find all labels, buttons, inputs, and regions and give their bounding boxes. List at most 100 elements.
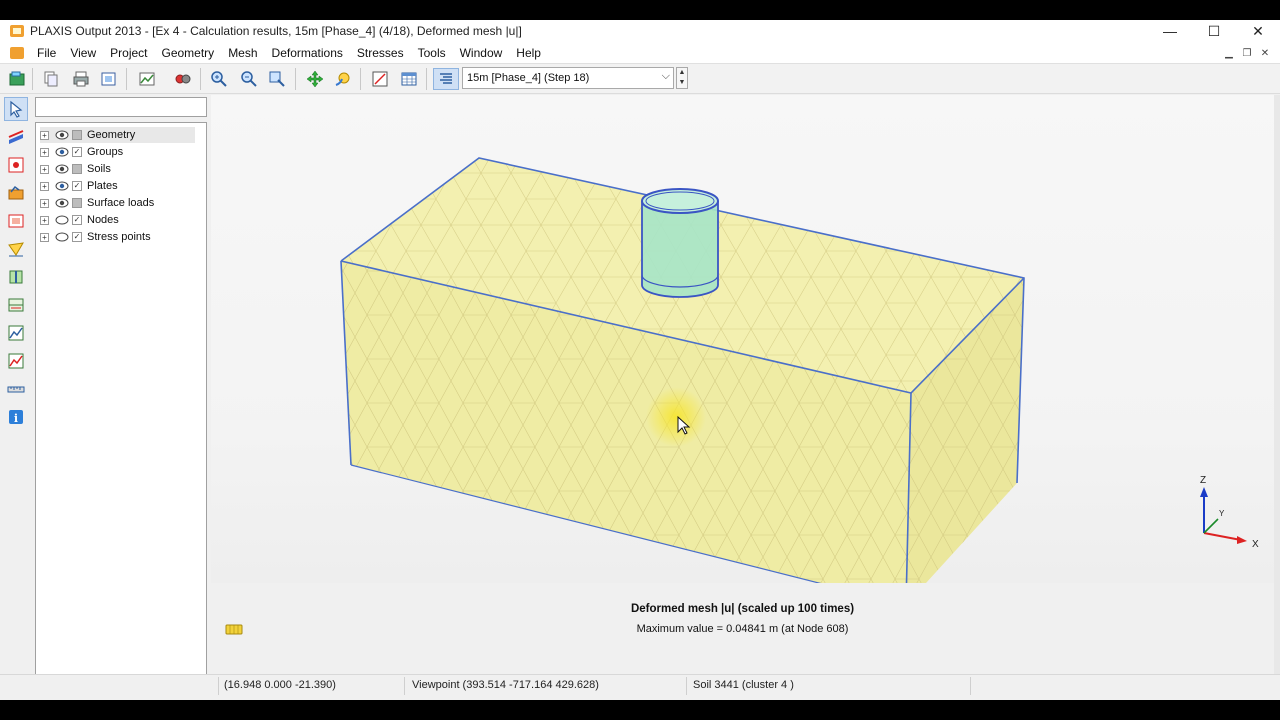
main-toolbar: 15m [Phase_4] (Step 18) ⌵ ▲ ▼ bbox=[0, 64, 1280, 94]
axis-z-label: Z bbox=[1200, 475, 1207, 486]
ruler-icon[interactable] bbox=[4, 377, 28, 401]
letterbox-bottom bbox=[0, 700, 1280, 720]
model-explorer-tree: + Geometry + ✓ Groups + Soils + ✓ Plates + Surface … bbox=[35, 122, 207, 690]
move-icon[interactable] bbox=[304, 68, 326, 90]
tree-checkbox[interactable] bbox=[72, 198, 82, 208]
menu-stresses[interactable]: Stresses bbox=[350, 46, 411, 60]
scale-icon[interactable] bbox=[369, 68, 391, 90]
curve-icon[interactable] bbox=[4, 181, 28, 205]
layer-icon[interactable] bbox=[4, 293, 28, 317]
area-icon[interactable] bbox=[4, 209, 28, 233]
zoom-in-icon[interactable] bbox=[208, 68, 230, 90]
mdi-restore-icon[interactable]: ❐ bbox=[1238, 48, 1256, 59]
tree-item-stress-points[interactable]: + ✓ Stress points bbox=[40, 229, 151, 245]
status-bar: (16.948 0.000 -21.390) Viewpoint (393.51… bbox=[0, 674, 1280, 696]
mdi-close-icon[interactable]: ✕ bbox=[1256, 48, 1274, 59]
tree-checkbox[interactable]: ✓ bbox=[72, 215, 82, 225]
expand-icon[interactable]: + bbox=[40, 147, 49, 157]
status-separator bbox=[970, 677, 971, 695]
status-coordinates: (16.948 0.000 -21.390) bbox=[224, 679, 336, 691]
step-select-dropdown[interactable]: 15m [Phase_4] (Step 18) ⌵ bbox=[462, 67, 674, 89]
expand-icon[interactable]: + bbox=[40, 215, 49, 225]
tree-item-soils[interactable]: + Soils bbox=[40, 161, 111, 177]
menu-tools[interactable]: Tools bbox=[411, 46, 453, 60]
tree-item-label: Surface loads bbox=[87, 197, 155, 209]
tree-item-label: Nodes bbox=[87, 214, 119, 226]
expand-icon[interactable]: + bbox=[40, 181, 49, 191]
copy-icon[interactable] bbox=[40, 68, 62, 90]
maximize-button[interactable]: ☐ bbox=[1192, 20, 1236, 42]
tree-checkbox[interactable]: ✓ bbox=[72, 147, 82, 157]
tree-item-groups[interactable]: + ✓ Groups bbox=[40, 144, 123, 160]
step-select-value: 15m [Phase_4] (Step 18) bbox=[467, 72, 590, 84]
close-button[interactable]: ✕ bbox=[1236, 20, 1280, 42]
cursor-highlight bbox=[646, 387, 706, 447]
tree-item-geometry[interactable]: + Geometry bbox=[40, 127, 196, 143]
letterbox-top bbox=[0, 0, 1280, 20]
menu-geometry[interactable]: Geometry bbox=[155, 46, 222, 60]
mdi-minimize-icon[interactable]: ▁ bbox=[1220, 48, 1238, 59]
document-icon[interactable] bbox=[10, 46, 24, 59]
visibility-eye-icon[interactable] bbox=[55, 181, 69, 191]
left-toolbar: i bbox=[0, 95, 32, 685]
table-icon[interactable] bbox=[398, 68, 420, 90]
plate-icon[interactable] bbox=[4, 265, 28, 289]
status-separator bbox=[686, 677, 687, 695]
status-separator bbox=[218, 677, 219, 695]
menu-bar: File View Project Geometry Mesh Deformat… bbox=[0, 42, 1280, 64]
visibility-eye-icon[interactable] bbox=[55, 147, 69, 157]
step-spinner[interactable]: ▲ ▼ bbox=[676, 67, 688, 89]
tree-checkbox[interactable]: ✓ bbox=[72, 232, 82, 242]
camera-icon[interactable] bbox=[172, 68, 194, 90]
right-edge-strip bbox=[1274, 95, 1280, 685]
zoom-out-icon[interactable] bbox=[238, 68, 260, 90]
visibility-eye-icon[interactable] bbox=[55, 215, 69, 225]
tree-checkbox[interactable] bbox=[72, 130, 82, 140]
export-icon[interactable] bbox=[98, 68, 120, 90]
expand-icon[interactable]: + bbox=[40, 232, 49, 242]
tree-checkbox[interactable] bbox=[72, 164, 82, 174]
expand-icon[interactable]: + bbox=[40, 198, 49, 208]
image-icon[interactable] bbox=[136, 68, 158, 90]
app-logo-icon bbox=[10, 25, 24, 37]
menu-mesh[interactable]: Mesh bbox=[221, 46, 264, 60]
visibility-eye-icon[interactable] bbox=[55, 164, 69, 174]
rotate-light-icon[interactable] bbox=[332, 68, 354, 90]
expand-icon[interactable]: + bbox=[40, 130, 49, 140]
zoom-fit-icon[interactable] bbox=[266, 68, 288, 90]
explorer-search-input[interactable] bbox=[35, 97, 207, 117]
select-icon[interactable] bbox=[4, 97, 28, 121]
axis-x-label: X bbox=[1252, 539, 1259, 550]
phase-select-icon[interactable] bbox=[433, 68, 459, 90]
minimize-button[interactable]: — bbox=[1148, 20, 1192, 42]
menu-deformations[interactable]: Deformations bbox=[265, 46, 350, 60]
open-project-icon[interactable] bbox=[6, 68, 28, 90]
tree-item-nodes[interactable]: + ✓ Nodes bbox=[40, 212, 119, 228]
print-icon[interactable] bbox=[70, 68, 92, 90]
tree-item-label: Plates bbox=[87, 180, 118, 192]
toolbar-separator bbox=[426, 68, 427, 90]
expand-icon[interactable]: + bbox=[40, 164, 49, 174]
cross-section-icon[interactable] bbox=[4, 125, 28, 149]
info-icon[interactable]: i bbox=[4, 405, 28, 429]
menu-project[interactable]: Project bbox=[103, 46, 154, 60]
menu-view[interactable]: View bbox=[63, 46, 103, 60]
menu-help[interactable]: Help bbox=[509, 46, 548, 60]
visibility-eye-icon[interactable] bbox=[55, 198, 69, 208]
plaxis-output-window: PLAXIS Output 2013 - [Ex 4 - Calculation… bbox=[0, 20, 1280, 700]
visibility-eye-icon[interactable] bbox=[55, 232, 69, 242]
edit-chart-icon[interactable] bbox=[4, 349, 28, 373]
tree-item-surface-loads[interactable]: + Surface loads bbox=[40, 195, 154, 211]
tree-item-plates[interactable]: + ✓ Plates bbox=[40, 178, 118, 194]
tree-item-label: Groups bbox=[87, 146, 124, 158]
toolbar-separator bbox=[295, 68, 296, 90]
menu-file[interactable]: File bbox=[30, 46, 63, 60]
visibility-eye-icon[interactable] bbox=[55, 130, 69, 140]
draw-line-icon[interactable] bbox=[4, 237, 28, 261]
node-select-icon[interactable] bbox=[4, 153, 28, 177]
chart-icon[interactable] bbox=[4, 321, 28, 345]
title-bar: PLAXIS Output 2013 - [Ex 4 - Calculation… bbox=[0, 20, 1280, 42]
model-viewport[interactable]: Z Y X bbox=[211, 95, 1274, 583]
tree-checkbox[interactable]: ✓ bbox=[72, 181, 82, 191]
menu-window[interactable]: Window bbox=[453, 46, 510, 60]
